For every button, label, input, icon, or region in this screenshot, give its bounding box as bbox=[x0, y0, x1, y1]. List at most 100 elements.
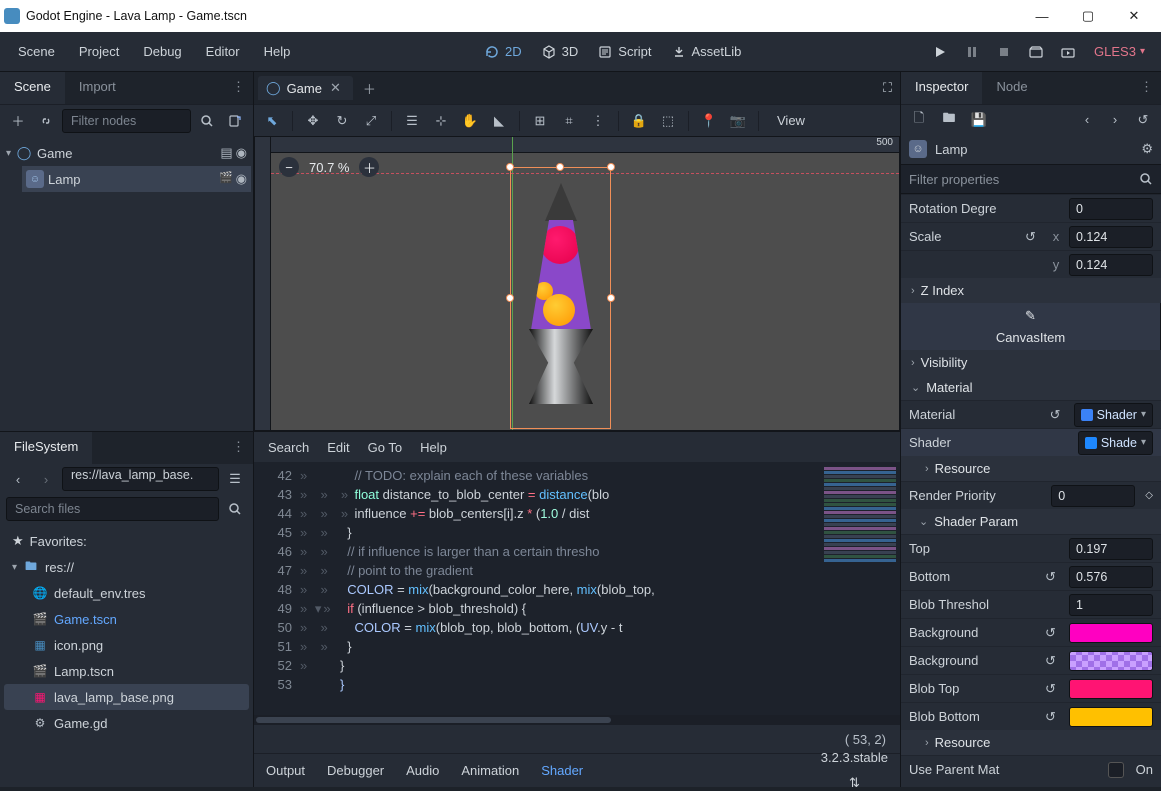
scale-y-input[interactable]: 0.124 bbox=[1069, 254, 1153, 276]
nav-forward-button[interactable]: › bbox=[34, 467, 58, 491]
play-scene-button[interactable] bbox=[1022, 38, 1050, 66]
menu-help[interactable]: Help bbox=[420, 440, 447, 455]
section-resource[interactable]: ›Resource bbox=[901, 456, 1161, 481]
instance-scene-button[interactable] bbox=[34, 109, 58, 133]
reset-icon[interactable]: ↺ bbox=[1025, 229, 1043, 245]
bone-button[interactable]: 📍 bbox=[697, 109, 721, 133]
stepper-icon[interactable]: ◇ bbox=[1145, 490, 1153, 501]
file-item[interactable]: ▦icon.png bbox=[4, 632, 249, 658]
split-mode-button[interactable]: ☰ bbox=[223, 467, 247, 491]
new-tab-button[interactable]: ＋ bbox=[357, 79, 382, 98]
selection-handle[interactable] bbox=[506, 294, 514, 302]
lock-button[interactable]: 🔒 bbox=[627, 109, 651, 133]
play-button[interactable] bbox=[926, 38, 954, 66]
color-input[interactable] bbox=[1069, 679, 1153, 699]
reset-icon[interactable]: ↺ bbox=[1045, 569, 1063, 585]
shader-dropdown[interactable]: Shade▾ bbox=[1078, 431, 1153, 455]
tab-filesystem[interactable]: FileSystem bbox=[0, 432, 92, 464]
attach-script-button[interactable] bbox=[223, 109, 247, 133]
reset-icon[interactable]: ↺ bbox=[1045, 709, 1063, 725]
snap-button[interactable]: ⊞ bbox=[528, 109, 552, 133]
scene-tree-child[interactable]: ☺ Lamp 🎬 ◉ bbox=[22, 166, 251, 192]
menu-goto[interactable]: Go To bbox=[368, 440, 402, 455]
tab-node[interactable]: Node bbox=[982, 72, 1041, 104]
menu-edit[interactable]: Edit bbox=[327, 440, 349, 455]
pause-button[interactable] bbox=[958, 38, 986, 66]
snap-options-button[interactable]: ⋮ bbox=[586, 109, 610, 133]
save-resource-button[interactable]: 💾 bbox=[967, 108, 991, 132]
stop-button[interactable] bbox=[990, 38, 1018, 66]
section-visibility[interactable]: ›Visibility bbox=[901, 350, 1161, 375]
file-item[interactable]: ⚙Game.gd bbox=[4, 710, 249, 736]
tab-scene[interactable]: Scene bbox=[0, 72, 65, 104]
distraction-free-button[interactable]: ⛶ bbox=[883, 80, 892, 96]
script-icon[interactable]: ▤ bbox=[220, 145, 232, 161]
favorites-section[interactable]: ★Favorites: bbox=[4, 528, 249, 554]
scene-panel-menu-icon[interactable]: ⋮ bbox=[224, 72, 253, 104]
rotate-tool-button[interactable]: ↻ bbox=[330, 109, 354, 133]
rotation-input[interactable]: 0 bbox=[1069, 198, 1153, 220]
top-input[interactable]: 0.197 bbox=[1069, 538, 1153, 560]
menu-help[interactable]: Help bbox=[252, 38, 303, 65]
workspace-script-button[interactable]: Script bbox=[588, 40, 661, 63]
path-field[interactable]: res://lava_lamp_base. bbox=[62, 467, 219, 491]
object-header[interactable]: ☺ Lamp ⚙ bbox=[901, 134, 1161, 164]
section-resource-2[interactable]: ›Resource bbox=[901, 730, 1161, 755]
material-dropdown[interactable]: Shader▾ bbox=[1074, 403, 1153, 427]
list-select-button[interactable]: ☰ bbox=[400, 109, 424, 133]
search-files-input[interactable]: Search files bbox=[6, 497, 219, 521]
tab-audio[interactable]: Audio bbox=[406, 763, 439, 778]
selection-handle[interactable] bbox=[556, 163, 564, 171]
tab-import[interactable]: Import bbox=[65, 72, 130, 104]
code-editor[interactable]: 42 43 44 45 46 47 48 49 50 51 52 53 » » … bbox=[254, 462, 900, 715]
maximize-button[interactable]: ▢ bbox=[1065, 2, 1111, 30]
visibility-icon[interactable]: ◉ bbox=[236, 171, 247, 187]
menu-scene[interactable]: Scene bbox=[6, 38, 67, 65]
view-menu-button[interactable]: View bbox=[767, 113, 815, 128]
color-input[interactable] bbox=[1069, 707, 1153, 727]
close-tab-icon[interactable]: ✕ bbox=[328, 80, 343, 96]
workspace-2d-button[interactable]: 2D bbox=[475, 40, 532, 63]
pivot-tool-button[interactable]: ⊹ bbox=[429, 109, 453, 133]
object-options-icon[interactable]: ⚙ bbox=[1141, 141, 1153, 157]
filter-nodes-input[interactable]: Filter nodes bbox=[62, 109, 191, 133]
override-camera-button[interactable]: 📷 bbox=[726, 109, 750, 133]
menu-search[interactable]: Search bbox=[268, 440, 309, 455]
workspace-assetlib-button[interactable]: AssetLib bbox=[662, 40, 752, 63]
tab-inspector[interactable]: Inspector bbox=[901, 72, 982, 104]
history-prev-button[interactable]: ‹ bbox=[1075, 108, 1099, 132]
section-material[interactable]: ⌄Material bbox=[901, 375, 1161, 400]
selection-handle[interactable] bbox=[607, 294, 615, 302]
load-resource-button[interactable]: 🖿 bbox=[937, 108, 961, 132]
visibility-icon[interactable]: ◉ bbox=[236, 145, 247, 161]
h-scrollbar[interactable] bbox=[254, 715, 900, 725]
nav-back-button[interactable]: ‹ bbox=[6, 467, 30, 491]
minimap[interactable] bbox=[820, 462, 900, 715]
color-input[interactable] bbox=[1069, 623, 1153, 643]
scene-tree-root[interactable]: ▾ ◯ Game ▤ ◉ bbox=[2, 140, 251, 166]
viewport-2d[interactable]: 500 − 70.7 % ＋ bbox=[254, 136, 900, 431]
reset-icon[interactable]: ↺ bbox=[1045, 653, 1063, 669]
file-item-selected[interactable]: ▦lava_lamp_base.png bbox=[4, 684, 249, 710]
folder-root[interactable]: ▾🖿res:// bbox=[4, 554, 249, 580]
add-node-button[interactable]: ＋ bbox=[6, 109, 30, 133]
history-next-button[interactable]: › bbox=[1103, 108, 1127, 132]
zoom-in-button[interactable]: ＋ bbox=[359, 157, 379, 177]
filter-properties[interactable]: Filter properties bbox=[901, 164, 1161, 194]
filesystem-menu-icon[interactable]: ⋮ bbox=[224, 432, 253, 464]
tab-animation[interactable]: Animation bbox=[461, 763, 519, 778]
history-button[interactable]: ↺ bbox=[1131, 108, 1155, 132]
reset-icon[interactable]: ↺ bbox=[1050, 407, 1068, 423]
checkbox[interactable] bbox=[1108, 762, 1124, 778]
pan-tool-button[interactable]: ✋ bbox=[458, 109, 482, 133]
close-button[interactable]: ✕ bbox=[1111, 2, 1157, 30]
selection-handle[interactable] bbox=[506, 163, 514, 171]
menu-project[interactable]: Project bbox=[67, 38, 131, 65]
minimize-button[interactable]: — bbox=[1019, 2, 1065, 30]
scale-x-input[interactable]: 0.124 bbox=[1069, 226, 1153, 248]
blob-threshold-input[interactable]: 1 bbox=[1069, 594, 1153, 616]
color-input[interactable] bbox=[1069, 651, 1153, 671]
render-priority-input[interactable]: 0 bbox=[1051, 485, 1135, 507]
select-tool-button[interactable]: ⬉ bbox=[260, 109, 284, 133]
renderer-selector[interactable]: GLES3 ▾ bbox=[1084, 44, 1155, 59]
